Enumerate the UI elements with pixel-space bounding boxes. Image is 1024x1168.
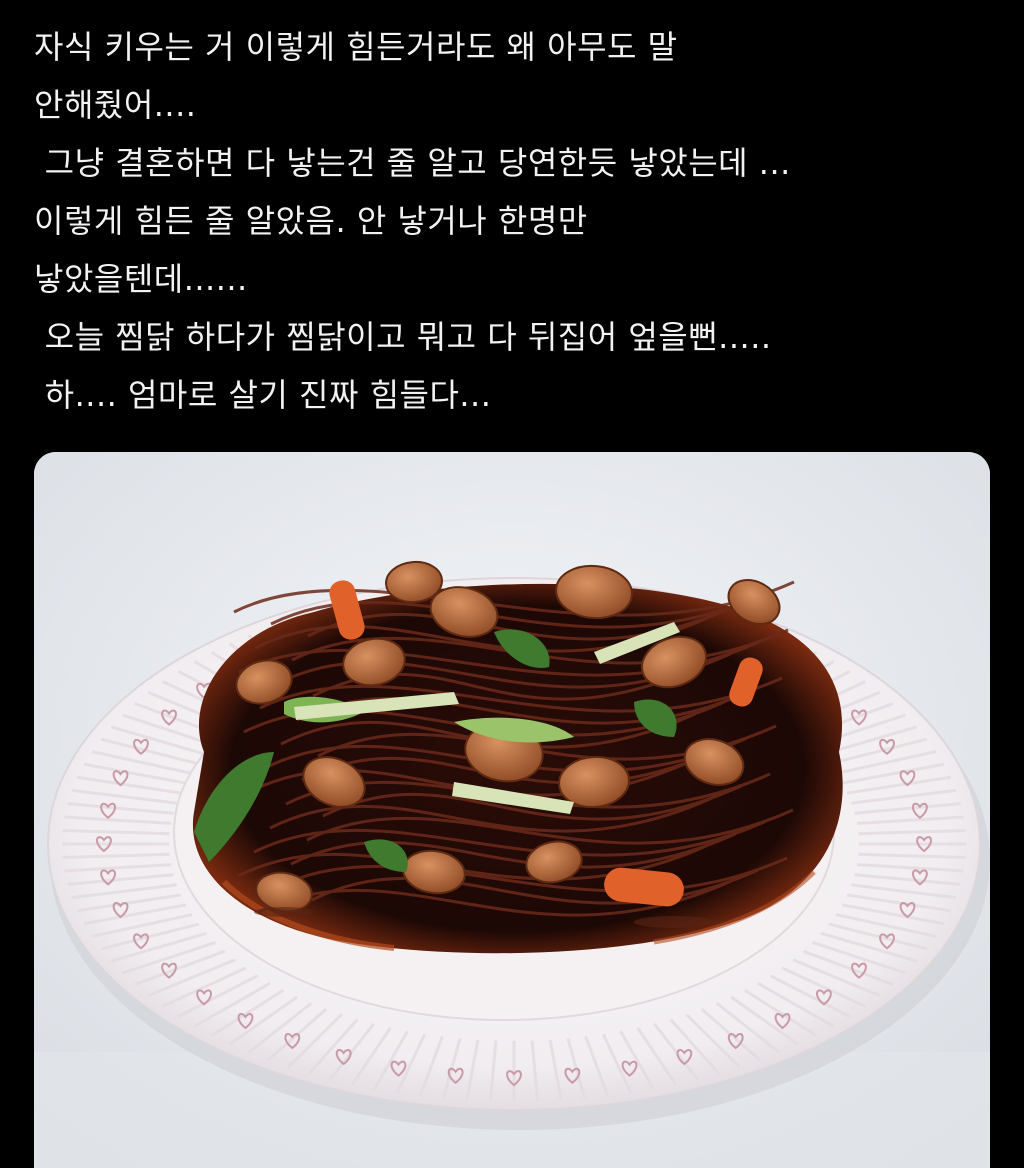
post-text-line: 낳았을텐데...... <box>34 260 248 298</box>
post-text-line: 그냥 결혼하면 다 낳는건 줄 알고 당연한듯 낳았는데 ... <box>34 144 791 182</box>
post-text-line: 안해줬어.... <box>34 86 197 124</box>
post-photo[interactable] <box>34 452 990 1168</box>
jjimdak-photo <box>34 452 990 1168</box>
post-text-line: 이렇게 힘든 줄 알았음. 안 낳거나 한명만 <box>34 202 588 240</box>
post-text: 자식 키우는 거 이렇게 힘든거라도 왜 아무도 말 안해줬어.... 그냥 결… <box>34 18 994 424</box>
post-text-line: 오늘 찜닭 하다가 찜닭이고 뭐고 다 뒤집어 엎을뻔..... <box>34 318 772 356</box>
post-text-line: 자식 키우는 거 이렇게 힘든거라도 왜 아무도 말 <box>34 28 678 66</box>
post: 자식 키우는 거 이렇게 힘든거라도 왜 아무도 말 안해줬어.... 그냥 결… <box>0 0 1024 1168</box>
post-text-line: 하.... 엄마로 살기 진짜 힘들다... <box>34 376 492 414</box>
